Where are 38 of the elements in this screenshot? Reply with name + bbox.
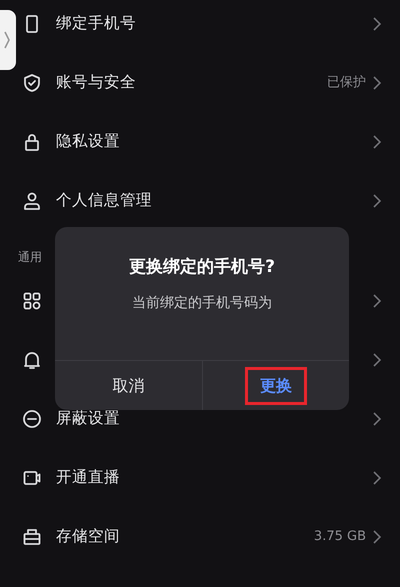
setting-label: 存储空间 [56,526,120,547]
bell-icon [22,350,42,370]
cancel-button[interactable]: 取消 [55,360,202,410]
lock-icon [22,132,42,152]
settings-row[interactable]: 隐私设置 [18,112,400,171]
chevron-icon [372,530,382,544]
chevron-icon [372,352,382,366]
setting-label: 隐私设置 [56,130,120,152]
settings-row[interactable]: 账号与安全 已保护 [18,53,400,112]
setting-label: 账号与安全 [56,72,136,93]
chevron-icon [372,294,382,308]
confirm-button[interactable]: 更换 [260,376,292,394]
chevron-icon [372,16,382,30]
settings-row[interactable]: 开通直播 [18,448,400,507]
grid-icon [22,290,42,310]
chevron-icon [372,470,382,484]
chevron-icon [372,194,382,208]
chevron-icon [4,31,10,49]
dialog-message: 当前绑定的手机号码为 [131,294,273,312]
blocked-icon [22,408,42,428]
chevron-icon [372,134,382,148]
settings-row[interactable]: 个人信息管理 [18,171,400,230]
settings-row[interactable]: 绑定手机号 [18,0,400,53]
setting-label: 绑定手机号 [56,12,136,34]
setting-label: 屏蔽设置 [56,408,120,429]
dialog-title: 更换绑定的手机号? [128,256,276,279]
setting-label: 个人信息管理 [56,190,152,211]
side-tab[interactable] [0,10,16,70]
setting-value: 已保护 [327,74,366,92]
settings-row[interactable]: 存储空间 3.75 GB [18,507,400,566]
person-icon [22,190,42,210]
storage-icon [22,526,42,546]
setting-value: 3.75 GB [314,528,366,546]
chevron-icon [372,76,382,90]
section-header: 通用 [18,250,42,264]
shield-icon [22,72,42,92]
chevron-icon [372,412,382,426]
setting-label: 开通直播 [56,466,120,488]
